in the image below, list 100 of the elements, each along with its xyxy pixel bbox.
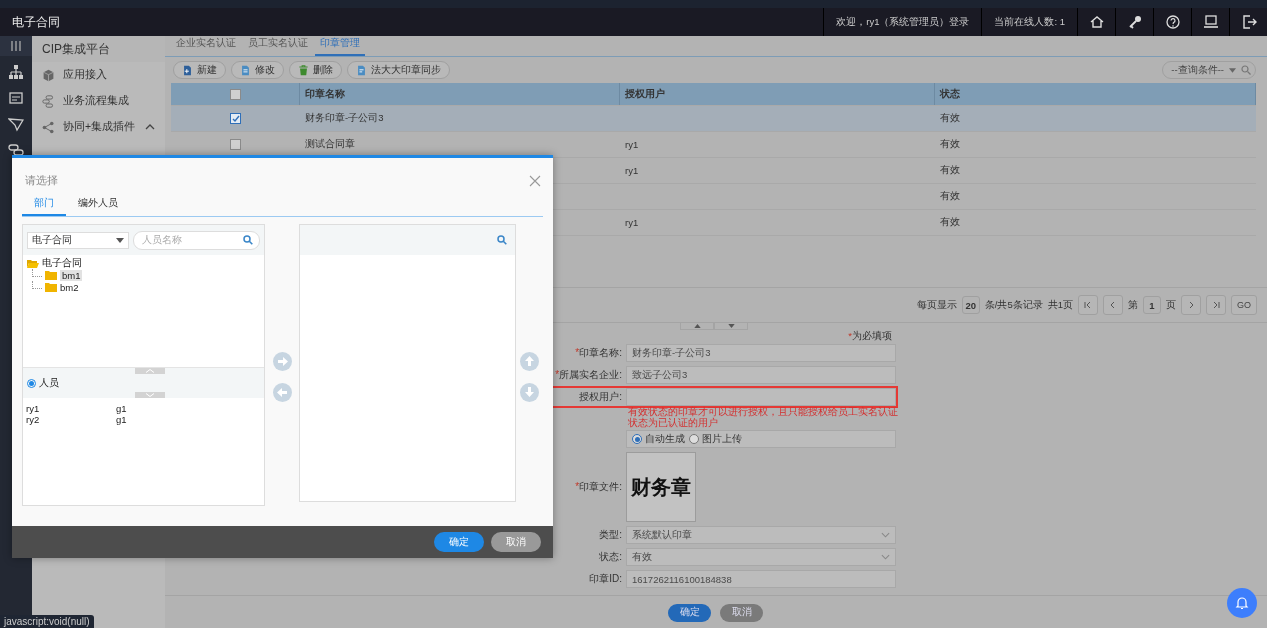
tab[interactable]: 企业实名认证 [171,37,241,56]
field-label: *所属实名企业: [554,368,622,382]
field-label: 状态: [598,550,622,564]
table-cell-text: ry1 [624,139,640,150]
required-note: *为必填项 [847,330,893,342]
expand-up-handle[interactable] [680,323,714,330]
list-cell-text: g1 [116,403,128,414]
move-left-button[interactable] [272,383,292,402]
list-cell-text: g1 [116,414,128,425]
toolbar-button[interactable]: 修改 [231,61,284,79]
page-size-field[interactable]: 20 [961,296,980,314]
select-field[interactable]: 系统默认印章 [626,526,896,544]
sidebar-item[interactable]: 协同+集成插件 [63,120,137,134]
prev-page-icon [1109,301,1117,309]
field-label: 印章ID: [588,572,622,586]
nodes-icon [42,120,55,134]
column-header: 授权用户 [625,87,665,101]
sidebar-title: CIP集成平台 [32,36,165,62]
first-page-icon [1084,301,1092,309]
confirm-button[interactable]: 确定 [668,603,711,622]
text-field[interactable]: 致远子公司3 [626,366,896,384]
status-tooltip: javascript:void(null) [0,615,94,628]
pager-text: 页 [1166,298,1176,312]
sidebar-item[interactable]: 业务流程集成 [63,94,155,108]
folder-icon [45,270,57,280]
select-all-checkbox[interactable] [229,88,241,100]
move-right-button[interactable] [272,352,292,371]
cancel-button[interactable]: 取消 [720,603,763,622]
column-header: 印章名称 [305,87,345,101]
radio-option[interactable]: 自动生成 [632,432,685,446]
caret-down-icon [116,237,124,243]
new-file-icon [182,64,193,76]
seal-image: 财务章 [626,452,696,522]
first-page-button[interactable] [1078,295,1098,315]
select-field[interactable]: 有效 [626,548,896,566]
menu-icon[interactable] [8,38,24,54]
caret-down-icon [727,324,735,328]
tree-line [32,280,42,289]
chevron-down-icon [881,532,890,538]
column-header: 状态 [940,87,960,101]
table-cell-text: 财务印章-子公司3 [304,112,385,125]
edit-icon [240,64,251,76]
warning-text: 有效状态的印章才可以进行授权，且只能授权给员工实名认证状态为已认证的用户 [628,407,899,428]
list-cell-text: ry2 [26,414,41,425]
text-field[interactable]: 财务印章-子公司3 [626,344,896,362]
tab[interactable]: 编外人员 [66,197,130,216]
field-label: *印章名称: [574,346,622,360]
radio-option[interactable]: 图片上传 [689,432,742,446]
flow-icon [42,94,55,108]
expand-handle[interactable] [135,392,165,398]
page-number-field[interactable]: 1 [1143,296,1161,314]
collapse-down-handle[interactable] [714,323,748,330]
open-folder-icon [27,258,39,268]
radio-option[interactable]: 人员 [27,376,59,390]
tree-node[interactable]: bm1 [60,269,83,281]
org-chart-icon[interactable] [8,64,24,80]
toolbar-button[interactable]: 删除 [289,61,342,79]
tab[interactable]: 部门 [22,197,66,216]
confirm-button[interactable]: 确定 [434,532,484,552]
field-label: 授权用户: [578,390,622,404]
cube-icon [42,68,55,82]
table-cell-text: 有效 [939,112,961,125]
toolbar-button[interactable]: 新建 [173,61,226,79]
field-label: *印章文件: [574,480,622,494]
checkbox[interactable] [230,113,241,124]
link-icon[interactable] [8,142,24,158]
toolbar-button[interactable]: 法大大印章同步 [347,61,450,79]
paper-plane-icon[interactable] [8,116,24,132]
dialog-title: 请选择 [25,174,58,188]
search-icon [1241,65,1251,75]
move-up-button[interactable] [520,352,539,371]
go-button[interactable]: GO [1231,295,1257,315]
bell-icon [1235,596,1249,610]
table-row[interactable]: 财务印章-子公司3 有效 [171,106,1256,132]
close-button[interactable] [529,175,541,187]
tree-node[interactable]: 电子合同 [42,256,82,270]
checkbox[interactable] [230,139,241,150]
monitor-icon [1202,14,1219,30]
tab[interactable]: 员工实名认证 [243,37,313,56]
tree-line [32,268,42,277]
help-icon [1164,14,1181,30]
chevron-down-icon [881,554,890,560]
collapse-handle[interactable] [135,368,165,374]
last-page-button[interactable] [1206,295,1226,315]
sync-doc-icon [356,64,367,76]
text-field[interactable]: 1617262116100184838 [626,570,896,588]
search-icon [243,235,253,245]
tree-node[interactable]: bm2 [60,281,79,293]
table-cell-text: 有效 [939,216,961,229]
search-icon [497,235,507,245]
table-cell-text: 测试合同章 [304,138,356,151]
org-select[interactable]: 电子合同 [27,231,129,249]
sidebar-item[interactable]: 应用接入 [63,68,155,82]
table-cell-text: 有效 [939,164,961,177]
pager-text: 条/共5条记录 [984,298,1043,312]
text-field[interactable] [626,388,896,406]
form-icon[interactable] [8,90,24,106]
move-down-button[interactable] [520,383,539,402]
trash-icon [298,64,309,76]
table-cell-text: 有效 [939,190,961,203]
